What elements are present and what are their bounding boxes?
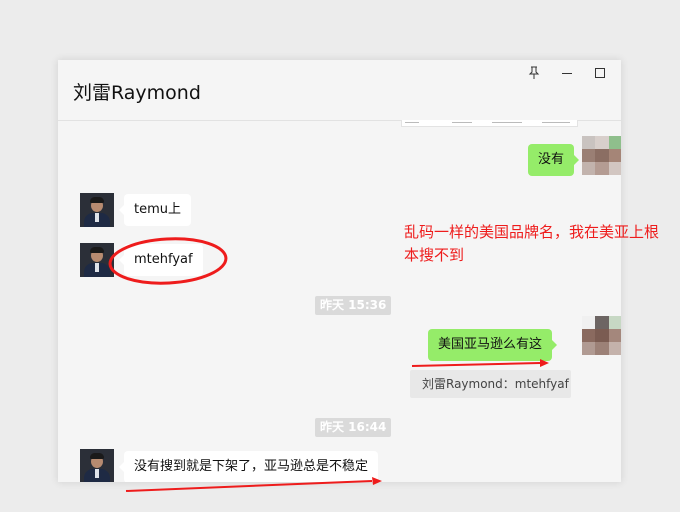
annotation-underline (411, 362, 541, 367)
annotation-underline (125, 480, 373, 492)
annotation-marks (108, 237, 549, 492)
annotation-arrowhead (372, 477, 382, 485)
annotation-circle (108, 237, 228, 285)
annotation-arrowhead (540, 359, 549, 367)
